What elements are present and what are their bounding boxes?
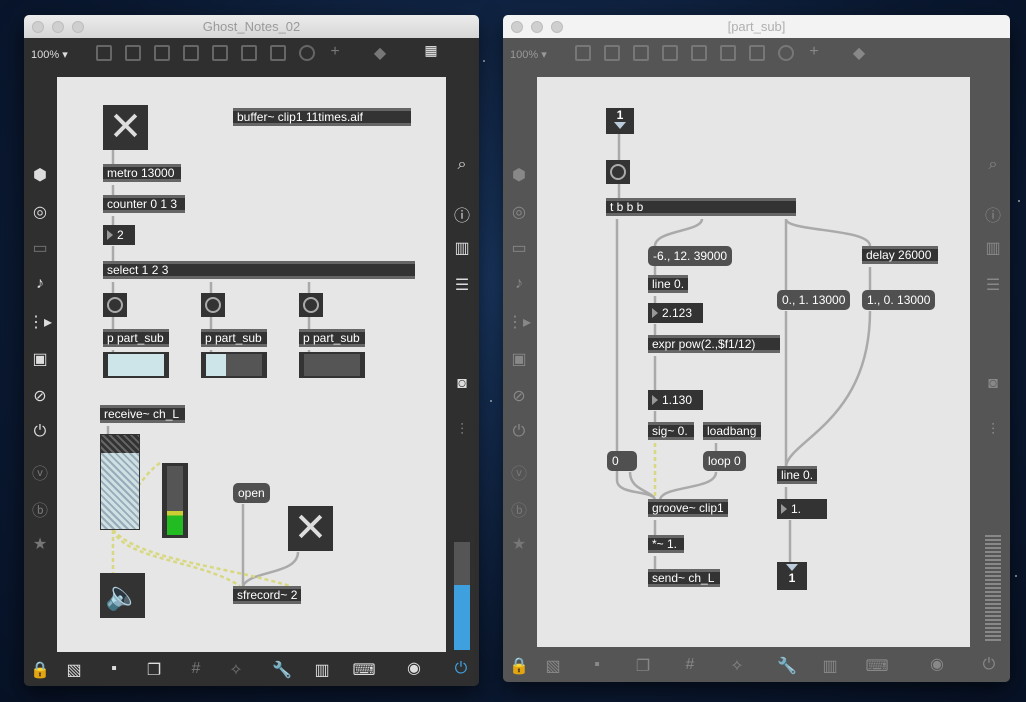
toggle-start[interactable]: ✕ bbox=[103, 105, 148, 150]
pitch-ramp-message[interactable]: -6., 12. 39000 bbox=[648, 246, 733, 266]
counter-number-box[interactable]: 2 bbox=[103, 225, 135, 245]
groove-object[interactable]: groove~ clip1 bbox=[648, 499, 728, 517]
receive-object[interactable]: receive~ ch_L bbox=[100, 405, 185, 423]
outlet-number: 1 bbox=[788, 571, 796, 585]
toggle-record[interactable]: ✕ bbox=[288, 506, 333, 551]
bang-button-1[interactable] bbox=[103, 293, 127, 317]
bang-button[interactable] bbox=[606, 160, 630, 184]
pitch-number-box[interactable]: 2.123 bbox=[648, 303, 703, 323]
gain-slider-3[interactable] bbox=[299, 352, 365, 378]
open-message[interactable]: open bbox=[233, 483, 270, 503]
buffer-object[interactable]: buffer~ clip1 11times.aif bbox=[233, 108, 411, 126]
line-object-gain[interactable]: line 0. bbox=[777, 466, 817, 484]
gain-slider-1[interactable] bbox=[103, 352, 169, 378]
gain-slider-2[interactable] bbox=[201, 352, 267, 378]
loadbang-object[interactable]: loadbang bbox=[703, 422, 761, 440]
subpatcher-1[interactable]: p part_sub bbox=[103, 329, 169, 347]
inlet-number: 1 bbox=[616, 108, 624, 122]
fade-in-message[interactable]: 0., 1. 13000 bbox=[777, 290, 851, 310]
expr-object[interactable]: expr pow(2.,$f1/12) bbox=[648, 335, 780, 353]
send-object[interactable]: send~ ch_L bbox=[648, 569, 720, 587]
loop-message[interactable]: loop 0 bbox=[703, 451, 746, 471]
speaker-icon[interactable]: 🔈 bbox=[100, 573, 145, 618]
sig-object[interactable]: sig~ 0. bbox=[648, 422, 694, 440]
outlet[interactable]: 1 bbox=[777, 562, 807, 590]
select-object[interactable]: select 1 2 3 bbox=[103, 261, 415, 279]
line-object-pitch[interactable]: line 0. bbox=[648, 275, 688, 293]
bang-button-2[interactable] bbox=[201, 293, 225, 317]
fade-out-message[interactable]: 1., 0. 13000 bbox=[862, 290, 936, 310]
delay-object[interactable]: delay 26000 bbox=[862, 246, 938, 264]
counter-object[interactable]: counter 0 1 3 bbox=[103, 195, 185, 213]
sfrecord-object[interactable]: sfrecord~ 2 bbox=[233, 586, 301, 604]
level-meter bbox=[162, 463, 188, 538]
subpatcher-3[interactable]: p part_sub bbox=[299, 329, 365, 347]
multiply-object[interactable]: *~ 1. bbox=[648, 535, 684, 553]
gain-fader[interactable] bbox=[100, 434, 140, 530]
trigger-object[interactable]: t b b b bbox=[606, 198, 796, 216]
inlet[interactable]: 1 bbox=[606, 108, 634, 134]
rate-number-box[interactable]: 1.130 bbox=[648, 390, 703, 410]
gain-number-box[interactable]: 1. bbox=[777, 499, 827, 519]
zero-message[interactable]: 0 bbox=[607, 451, 637, 471]
metro-object[interactable]: metro 13000 bbox=[103, 164, 181, 182]
bang-button-3[interactable] bbox=[299, 293, 323, 317]
subpatcher-2[interactable]: p part_sub bbox=[201, 329, 267, 347]
patch-cords bbox=[106, 134, 872, 588]
